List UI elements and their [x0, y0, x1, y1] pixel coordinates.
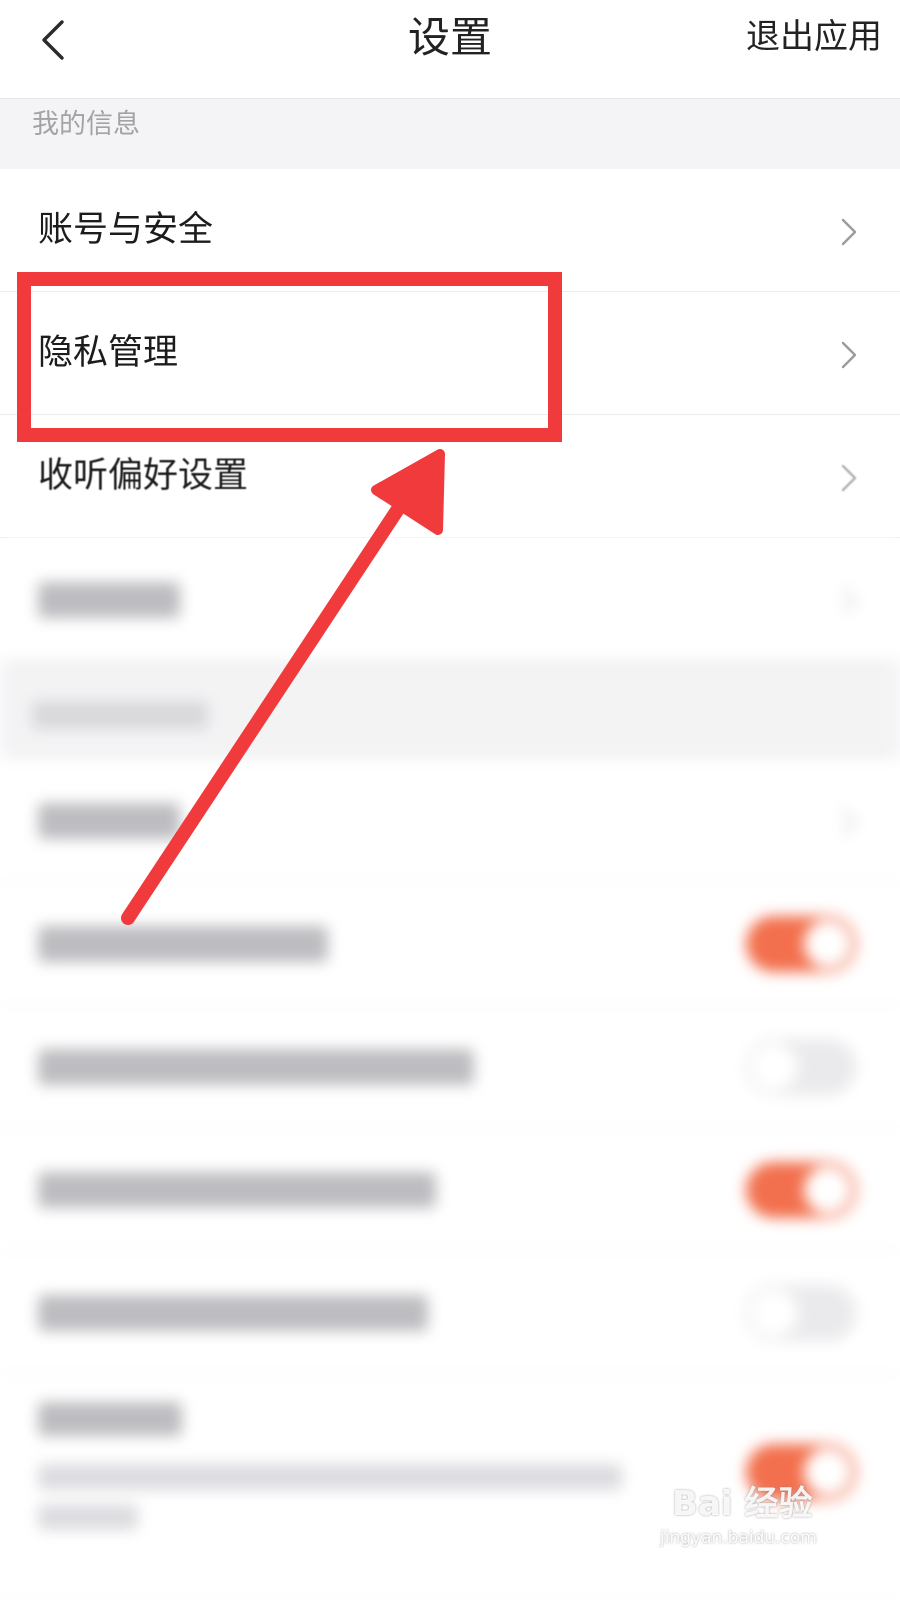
blurred-text-block	[38, 1049, 474, 1085]
chevron-right-icon	[841, 218, 857, 246]
chevron-right-icon	[841, 464, 857, 492]
exit-app-button[interactable]: 退出应用	[746, 12, 882, 62]
toggle-switch	[746, 1039, 856, 1095]
blurred-settings-list	[0, 538, 900, 1600]
blurred-settings-item-toggle	[0, 882, 900, 1005]
blurred-text-block	[38, 582, 180, 618]
chevron-right-icon	[842, 809, 857, 835]
toggle-switch	[746, 916, 856, 972]
watermark-url: jingyan.baidu.com	[660, 1528, 817, 1548]
blurred-text-block	[38, 803, 180, 839]
settings-item-label: 账号与安全	[38, 210, 214, 250]
blurred-settings-item-toggle	[0, 1251, 900, 1374]
blurred-text-block	[38, 1464, 622, 1490]
blurred-text-block	[38, 1295, 428, 1331]
watermark-brand: Bai 经验	[672, 1484, 813, 1524]
blurred-text-block	[38, 1172, 436, 1208]
baidu-jingyan-watermark: Bai 经验 jingyan.baidu.com	[660, 1482, 842, 1562]
section-header-label: 我的信息	[32, 109, 140, 140]
toggle-switch	[746, 1285, 856, 1341]
blurred-text-block	[38, 1402, 182, 1436]
blurred-settings-item	[0, 538, 900, 661]
blurred-text-block	[32, 701, 208, 729]
top-nav-bar: 设置 退出应用	[0, 0, 900, 99]
section-header-my-info: 我的信息	[0, 99, 900, 169]
blurred-text-block	[38, 1504, 138, 1530]
blurred-settings-item-toggle	[0, 1128, 900, 1251]
settings-item-label: 收听偏好设置	[38, 456, 249, 496]
toggle-switch	[746, 1162, 856, 1218]
chevron-right-icon	[842, 588, 857, 614]
blurred-text-block	[38, 926, 328, 962]
settings-screen: 设置 退出应用 我的信息 账号与安全 隐私管理 收听偏好设置 Bai 经验 ji…	[0, 0, 900, 1600]
blurred-settings-item-toggle	[0, 1005, 900, 1128]
blurred-settings-item	[0, 759, 900, 882]
chevron-right-icon	[841, 341, 857, 369]
annotation-highlight-box	[17, 272, 562, 442]
blurred-section-header	[0, 661, 900, 759]
